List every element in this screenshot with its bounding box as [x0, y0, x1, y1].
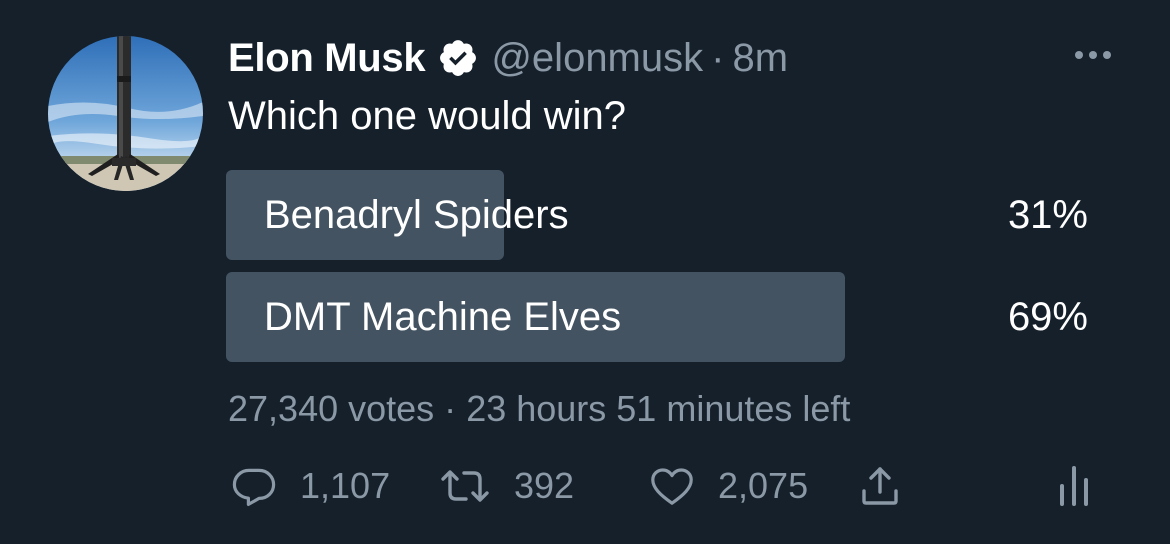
poll-vote-count: 27,340 votes: [228, 388, 435, 429]
like-button[interactable]: 2,075: [648, 458, 808, 514]
verified-badge-icon: [437, 37, 479, 79]
tweet-text: Which one would win?: [228, 94, 626, 138]
analytics-button[interactable]: [1056, 458, 1092, 514]
share-upload-icon: [862, 467, 898, 505]
analytics-bars-icon: [1060, 466, 1088, 506]
poll-option[interactable]: Benadryl Spiders 31%: [226, 170, 1088, 260]
poll-option-percent: 31%: [1007, 192, 1088, 237]
more-dots-icon: [1089, 51, 1097, 59]
reply-bubble-icon: [232, 468, 276, 506]
tweet-header: Elon Musk @elonmusk · 8m: [228, 30, 788, 86]
more-dots-icon: [1075, 51, 1083, 59]
poll: Benadryl Spiders 31% DMT Machine Elves 6…: [226, 170, 1088, 374]
retweet-count: 392: [514, 465, 575, 506]
tweet: Elon Musk @elonmusk · 8m Which one would…: [0, 0, 1170, 544]
rocket-booster-avatar-image: [48, 36, 203, 191]
like-count: 2,075: [718, 465, 809, 506]
author-display-name[interactable]: Elon Musk: [228, 36, 426, 81]
author-handle[interactable]: @elonmusk: [491, 36, 703, 81]
poll-meta: 27,340 votes · 23 hours 51 minutes left: [228, 388, 850, 430]
reply-count: 1,107: [300, 465, 391, 506]
poll-option-label: DMT Machine Elves: [264, 294, 622, 339]
reply-button[interactable]: 1,107: [230, 458, 390, 514]
heart-icon: [651, 468, 693, 505]
poll-option-label: Benadryl Spiders: [264, 192, 569, 237]
more-options-button[interactable]: [1068, 40, 1118, 70]
retweet-icon: [441, 470, 489, 502]
more-dots-icon: [1103, 51, 1111, 59]
tweet-actions: 1,107 392 2,075: [0, 458, 1170, 514]
avatar[interactable]: [48, 36, 203, 191]
share-button[interactable]: [856, 458, 904, 514]
header-separator: ·: [711, 35, 725, 80]
retweet-button[interactable]: 392: [438, 458, 574, 514]
poll-option[interactable]: DMT Machine Elves 69%: [226, 272, 1088, 362]
poll-option-percent: 69%: [1007, 294, 1088, 339]
tweet-timestamp[interactable]: 8m: [732, 36, 788, 81]
poll-time-left: 23 hours 51 minutes left: [466, 388, 851, 429]
poll-meta-separator: ·: [444, 388, 457, 429]
